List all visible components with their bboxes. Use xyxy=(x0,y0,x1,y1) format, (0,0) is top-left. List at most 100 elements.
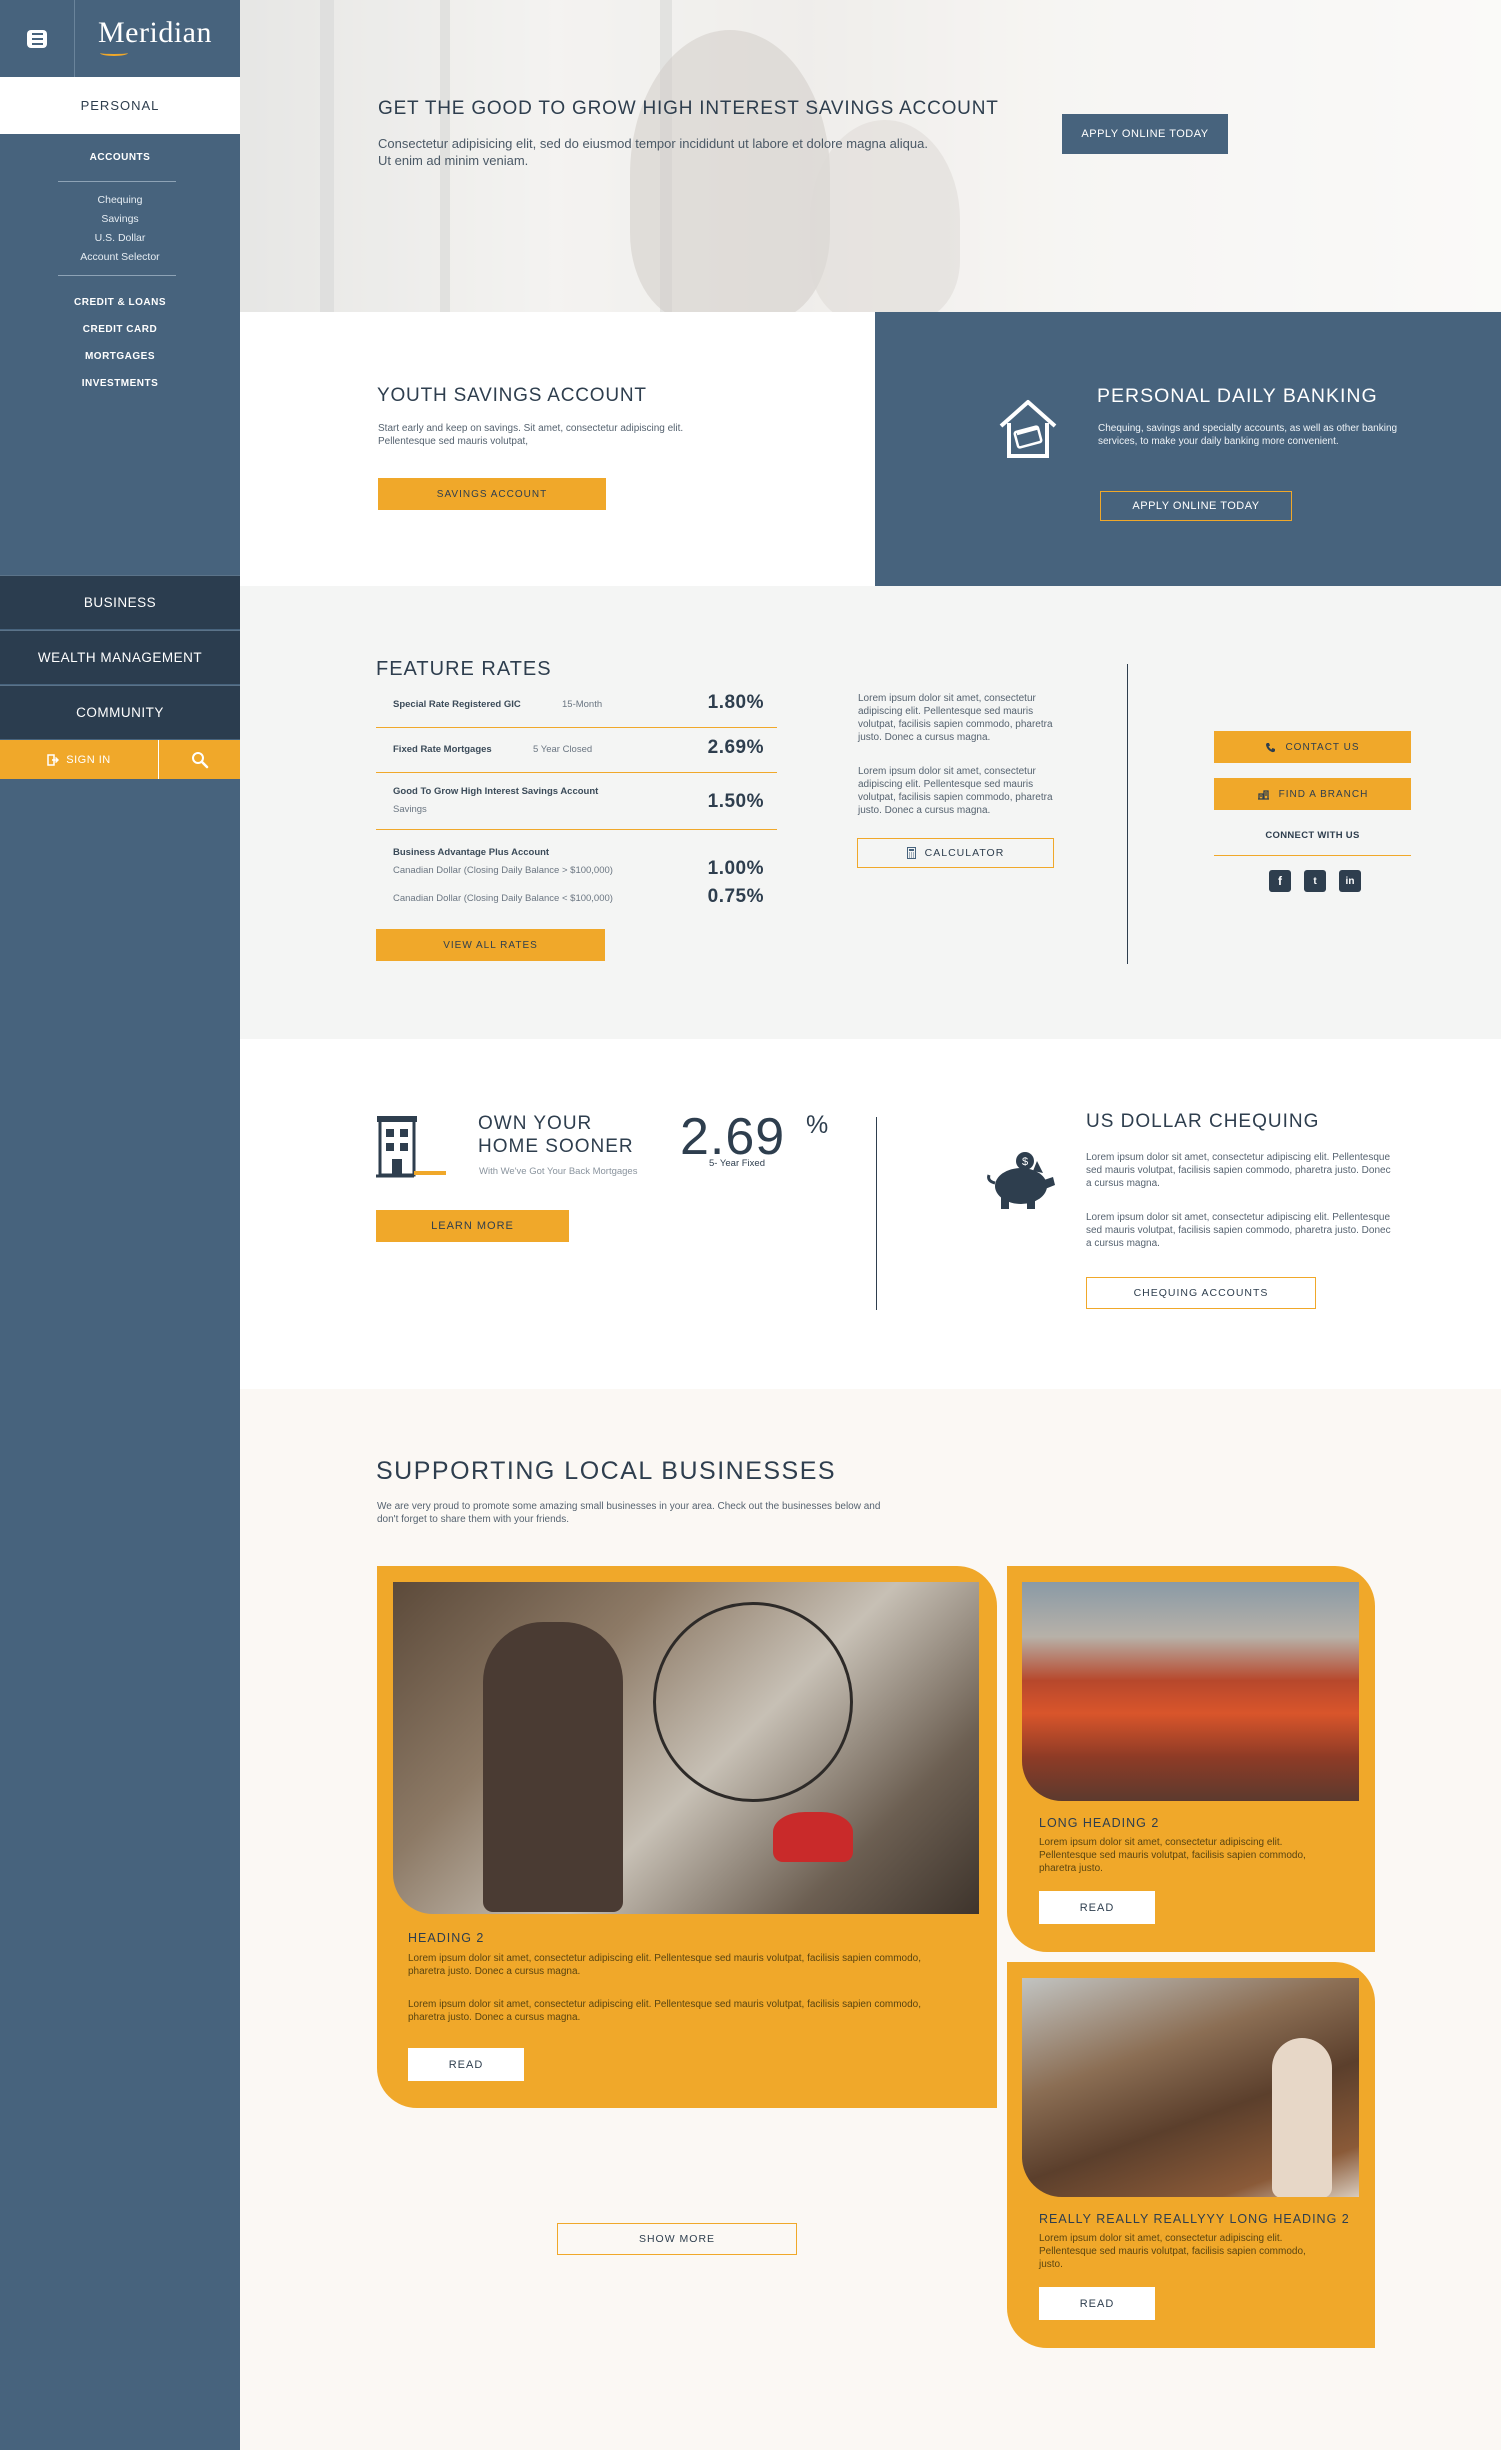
nav-personal[interactable]: PERSONAL xyxy=(0,77,240,134)
nav-wealth-management[interactable]: WEALTH MANAGEMENT xyxy=(0,630,240,684)
connect-heading: CONNECT WITH US xyxy=(1265,830,1360,841)
chat-menu-icon xyxy=(27,29,47,48)
youth-text: Start early and keep on savings. Sit ame… xyxy=(378,423,684,447)
business-card[interactable]: HEADING 2 Lorem ipsum dolor sit amet, co… xyxy=(377,1566,997,2108)
rate-row: Special Rate Registered GIC 15-Month 1.8… xyxy=(376,684,777,728)
sign-in-label: SIGN IN xyxy=(66,753,111,766)
find-branch-label: FIND A BRANCH xyxy=(1278,788,1369,800)
bike-wheel-shape xyxy=(653,1602,853,1802)
savings-account-button[interactable]: SAVINGS ACCOUNT xyxy=(378,478,606,510)
search-icon xyxy=(192,751,209,768)
usd-paragraph: Lorem ipsum dolor sit amet, consectetur … xyxy=(1086,1152,1391,1189)
contact-us-button[interactable]: CONTACT US xyxy=(1214,731,1411,763)
read-button[interactable]: READ xyxy=(408,2048,524,2081)
local-text: We are very proud to promote some amazin… xyxy=(377,1501,881,1525)
sign-in-button[interactable]: SIGN IN xyxy=(0,740,159,779)
card-paragraph: Lorem ipsum dolor sit amet, consectetur … xyxy=(408,1953,922,1977)
phone-icon xyxy=(1266,742,1276,752)
rate-name: Business Advantage Plus Account xyxy=(393,847,550,858)
home-rate-percent: % xyxy=(806,1111,829,1139)
daily-apply-button[interactable]: APPLY ONLINE TODAY xyxy=(1100,491,1292,521)
rate-name: Fixed Rate Mortgages xyxy=(393,744,492,755)
card-heading: LONG HEADING 2 xyxy=(1039,1816,1160,1830)
find-branch-button[interactable]: FIND A BRANCH xyxy=(1214,778,1411,810)
rate-term: Canadian Dollar (Closing Daily Balance >… xyxy=(393,865,613,876)
view-all-rates-button[interactable]: VIEW ALL RATES xyxy=(376,929,605,961)
learn-more-button[interactable]: LEARN MORE xyxy=(376,1210,569,1242)
logo[interactable]: Meridian xyxy=(98,16,212,50)
business-card[interactable]: REALLY REALLY REALLYYY LONG HEADING 2 Lo… xyxy=(1007,1962,1375,2348)
card-paragraph: Lorem ipsum dolor sit amet, consectetur … xyxy=(1039,2233,1306,2270)
feature-rates-section: FEATURE RATES Special Rate Registered GI… xyxy=(240,586,1501,1039)
home-title-line: HOME SOONER xyxy=(478,1136,634,1157)
sidebar-item-savings[interactable]: Savings xyxy=(0,213,240,225)
vertical-divider xyxy=(876,1117,877,1310)
hero-text: Consectetur adipisicing elit, sed do eiu… xyxy=(378,136,928,168)
menu-button[interactable] xyxy=(0,0,75,77)
sign-in-bar: SIGN IN xyxy=(0,740,240,779)
rate-value: 1.00% xyxy=(707,858,764,879)
shop-owner-shape xyxy=(1272,2038,1332,2197)
facebook-icon[interactable]: f xyxy=(1269,870,1291,892)
local-title: SUPPORTING LOCAL BUSINESSES xyxy=(376,1457,837,1485)
sidebar: Meridian PERSONAL ACCOUNTS Chequing Savi… xyxy=(0,0,240,2450)
home-subtitle: With We've Got Your Back Mortgages xyxy=(479,1166,638,1177)
calculator-icon xyxy=(906,847,916,859)
sidebar-accounts-heading[interactable]: ACCOUNTS xyxy=(0,152,240,163)
search-button[interactable] xyxy=(160,740,240,779)
building-icon xyxy=(376,1116,446,1178)
daily-banking-section: PERSONAL DAILY BANKING Chequing, savings… xyxy=(875,312,1501,586)
nav-business[interactable]: BUSINESS xyxy=(0,575,240,629)
rate-term: Savings xyxy=(393,804,427,815)
rate-term: 15-Month xyxy=(562,699,603,710)
sidebar-divider xyxy=(58,181,176,182)
read-button[interactable]: READ xyxy=(1039,2287,1155,2320)
linkedin-icon[interactable]: in xyxy=(1339,870,1361,892)
piggy-bank-icon: $ xyxy=(987,1152,1055,1209)
connect-divider xyxy=(1214,855,1411,856)
rate-row: Business Advantage Plus Account Canadian… xyxy=(376,830,777,910)
rate-row: Fixed Rate Mortgages 5 Year Closed 2.69% xyxy=(376,728,777,773)
sidebar-divider xyxy=(58,275,176,276)
sidebar-item-account-selector[interactable]: Account Selector xyxy=(0,251,240,263)
rate-value: 1.80% xyxy=(707,692,764,713)
usd-title: US DOLLAR CHEQUING xyxy=(1086,1111,1320,1132)
sidebar-item-credit-loans[interactable]: CREDIT & LOANS xyxy=(0,297,240,308)
logo-swoosh xyxy=(100,50,128,56)
rates-title: FEATURE RATES xyxy=(376,658,552,680)
vertical-divider xyxy=(1127,664,1128,964)
house-card-icon xyxy=(999,400,1057,458)
brand-bar: Meridian xyxy=(0,0,240,77)
rate-name: Good To Grow High Interest Savings Accou… xyxy=(393,786,599,797)
nav-community[interactable]: COMMUNITY xyxy=(0,685,240,739)
local-businesses-section: SUPPORTING LOCAL BUSINESSES We are very … xyxy=(240,1389,1501,2450)
mortgage-chequing-section: OWN YOUR HOME SOONER With We've Got Your… xyxy=(240,1039,1501,1389)
daily-title: PERSONAL DAILY BANKING xyxy=(1097,385,1378,407)
calculator-label: CALCULATOR xyxy=(924,847,1005,859)
sidebar-item-credit-card[interactable]: CREDIT CARD xyxy=(0,324,240,335)
chequing-accounts-button[interactable]: CHEQUING ACCOUNTS xyxy=(1086,1277,1316,1309)
twitter-icon[interactable]: t xyxy=(1304,870,1326,892)
read-button[interactable]: READ xyxy=(1039,1891,1155,1924)
sidebar-item-investments[interactable]: INVESTMENTS xyxy=(0,378,240,389)
rates-paragraph: Lorem ipsum dolor sit amet, consectetur … xyxy=(858,693,1053,743)
rate-value: 0.75% xyxy=(707,886,764,907)
sidebar-item-us-dollar[interactable]: U.S. Dollar xyxy=(0,232,240,244)
sidebar-item-chequing[interactable]: Chequing xyxy=(0,194,240,206)
show-more-button[interactable]: SHOW MORE xyxy=(557,2223,797,2255)
hero-banner: GET THE GOOD TO GROW HIGH INTEREST SAVIN… xyxy=(240,0,1501,312)
card-paragraph: Lorem ipsum dolor sit amet, consectetur … xyxy=(1039,1837,1306,1874)
market-produce-photo xyxy=(1022,1582,1359,1801)
card-paragraph: Lorem ipsum dolor sit amet, consectetur … xyxy=(408,1999,922,2023)
red-part-shape xyxy=(773,1812,853,1862)
apply-online-button[interactable]: APPLY ONLINE TODAY xyxy=(1062,114,1228,154)
cafe-owner-photo xyxy=(1022,1978,1359,2197)
business-card[interactable]: LONG HEADING 2 Lorem ipsum dolor sit ame… xyxy=(1007,1566,1375,1952)
hero-title: GET THE GOOD TO GROW HIGH INTEREST SAVIN… xyxy=(378,98,999,119)
usd-paragraph: Lorem ipsum dolor sit amet, consectetur … xyxy=(1086,1212,1391,1249)
rate-term: 5 Year Closed xyxy=(533,744,593,755)
youth-savings-section: YOUTH SAVINGS ACCOUNT Start early and ke… xyxy=(240,312,875,586)
sidebar-item-mortgages[interactable]: MORTGAGES xyxy=(0,351,240,362)
rate-name: Special Rate Registered GIC xyxy=(393,699,521,710)
calculator-button[interactable]: CALCULATOR xyxy=(857,838,1054,868)
